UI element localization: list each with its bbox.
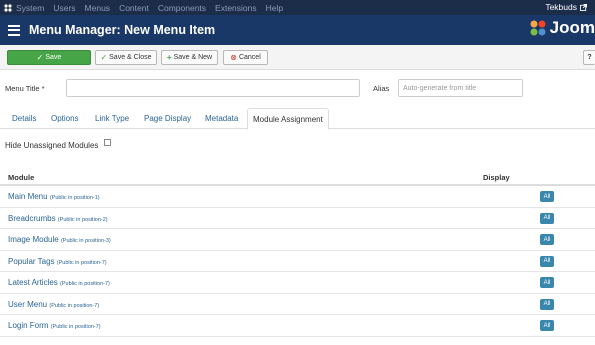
- page-header: Menu Manager: New Menu Item Joom: [0, 15, 595, 45]
- module-position: (Public in position-3): [60, 238, 111, 244]
- cancel-button[interactable]: ⊗ Cancel: [223, 50, 268, 65]
- table-row: Image Module (Public in position-3) All: [0, 229, 595, 251]
- table-row: Latest Articles (Public in position-7) A…: [0, 272, 595, 294]
- table-row: Popular Tags (Public in position-7) All: [0, 251, 595, 272]
- module-name: Main Menu: [8, 192, 48, 201]
- cancel-label: Cancel: [238, 54, 261, 61]
- title-alias-row: Menu Title * Alias Auto-generate from ti…: [0, 78, 595, 100]
- external-link-icon: [580, 3, 587, 11]
- menu-help[interactable]: Help: [266, 3, 283, 13]
- tab-module-assignment[interactable]: Module Assignment: [247, 108, 329, 130]
- user-name: Tekbuds: [545, 2, 577, 12]
- table-row: Breadcrumbs (Public in position-2) All: [0, 208, 595, 229]
- list-icon: [8, 24, 20, 36]
- joomla-logo-text: Joom: [549, 18, 595, 37]
- module-name: Popular Tags: [8, 256, 55, 266]
- save-close-label: Save & Close: [109, 54, 152, 61]
- module-link[interactable]: Image Module (Public in position-3): [8, 235, 111, 244]
- menu-title-label: Menu Title *: [5, 84, 45, 93]
- module-position: (Public in position-2): [57, 216, 108, 223]
- column-header-module: Module: [8, 173, 35, 182]
- user-link[interactable]: Tekbuds: [545, 2, 587, 12]
- module-link[interactable]: Popular Tags (Public in position-7): [8, 257, 107, 266]
- table-header: Module Display: [0, 168, 595, 186]
- module-position: (Public in position-7): [60, 281, 110, 287]
- cancel-icon: ⊗: [230, 52, 237, 62]
- hide-unassigned-checkbox[interactable]: [104, 139, 112, 146]
- check-icon: ✓: [36, 52, 44, 62]
- display-badge[interactable]: All: [540, 191, 554, 202]
- tab-page-display[interactable]: Page Display: [144, 108, 191, 129]
- menu-users[interactable]: Users: [53, 3, 75, 13]
- help-icon: ?: [587, 54, 592, 61]
- display-badge[interactable]: All: [540, 320, 554, 331]
- joomla-logo-icon: [530, 20, 546, 36]
- display-badge[interactable]: All: [540, 212, 554, 224]
- module-name: Breadcrumbs: [8, 213, 56, 223]
- module-position: (Public in position-7): [49, 302, 100, 309]
- module-position: (Public in position-7): [50, 324, 101, 330]
- module-link[interactable]: Breadcrumbs (Public in position-2): [8, 214, 108, 223]
- module-name: Latest Articles: [8, 278, 58, 287]
- tab-options[interactable]: Options: [51, 108, 79, 129]
- module-name: Login Form: [8, 321, 49, 330]
- module-link[interactable]: Login Form (Public in position-7): [8, 321, 101, 330]
- joomla-icon[interactable]: [0, 0, 16, 15]
- toolbar: ✓ Save ✓ Save & Close + Save & New ⊗ Can…: [0, 45, 595, 70]
- alias-label: Alias: [373, 84, 390, 93]
- menu-extensions[interactable]: Extensions: [215, 3, 257, 13]
- tab-details[interactable]: Details: [12, 108, 36, 129]
- module-name: User Menu: [8, 299, 48, 309]
- table-row: User Menu (Public in position-7) All: [0, 294, 595, 315]
- module-link[interactable]: Latest Articles (Public in position-7): [8, 278, 110, 287]
- admin-menu: System Users Menus Content Components Ex…: [16, 3, 292, 13]
- menu-title-input[interactable]: [66, 79, 360, 97]
- alias-input[interactable]: Auto-generate from title: [398, 79, 523, 97]
- save-button[interactable]: ✓ Save: [7, 50, 91, 65]
- hide-unassigned-row: Hide Unassigned Modules: [5, 139, 112, 150]
- tab-link-type[interactable]: Link Type: [95, 108, 129, 129]
- menu-components[interactable]: Components: [158, 3, 206, 13]
- display-badge[interactable]: All: [540, 298, 554, 310]
- joomla-logo: Joom: [528, 18, 595, 38]
- save-new-label: Save & New: [173, 54, 213, 61]
- tab-metadata[interactable]: Metadata: [205, 108, 238, 129]
- admin-menubar: System Users Menus Content Components Ex…: [0, 0, 595, 15]
- save-new-button[interactable]: + Save & New: [161, 50, 218, 65]
- table-row: Main Menu (Public in position-1) All: [0, 186, 595, 208]
- module-table: Module Display Main Menu (Public in posi…: [0, 168, 595, 337]
- tab-bar: Details Options Link Type Page Display M…: [0, 108, 595, 130]
- column-header-display: Display: [483, 173, 510, 182]
- check-icon: ✓: [100, 52, 108, 62]
- display-badge[interactable]: All: [540, 277, 554, 288]
- hide-unassigned-label: Hide Unassigned Modules: [5, 141, 99, 150]
- save-label: Save: [45, 54, 62, 61]
- module-link[interactable]: User Menu (Public in position-7): [8, 300, 99, 309]
- menu-system[interactable]: System: [16, 3, 44, 13]
- plus-icon: +: [166, 52, 172, 62]
- page-title: Menu Manager: New Menu Item: [29, 23, 216, 37]
- table-row: Login Form (Public in position-7) All: [0, 315, 595, 337]
- module-position: (Public in position-7): [56, 259, 107, 266]
- display-badge[interactable]: All: [540, 255, 554, 267]
- display-badge[interactable]: All: [540, 234, 554, 245]
- save-close-button[interactable]: ✓ Save & Close: [95, 50, 157, 65]
- module-link[interactable]: Main Menu (Public in position-1): [8, 192, 100, 201]
- module-name: Image Module: [8, 235, 59, 244]
- help-button[interactable]: ?: [583, 50, 595, 65]
- module-position: (Public in position-1): [49, 195, 100, 201]
- menu-menus[interactable]: Menus: [85, 3, 111, 13]
- menu-content[interactable]: Content: [119, 3, 149, 13]
